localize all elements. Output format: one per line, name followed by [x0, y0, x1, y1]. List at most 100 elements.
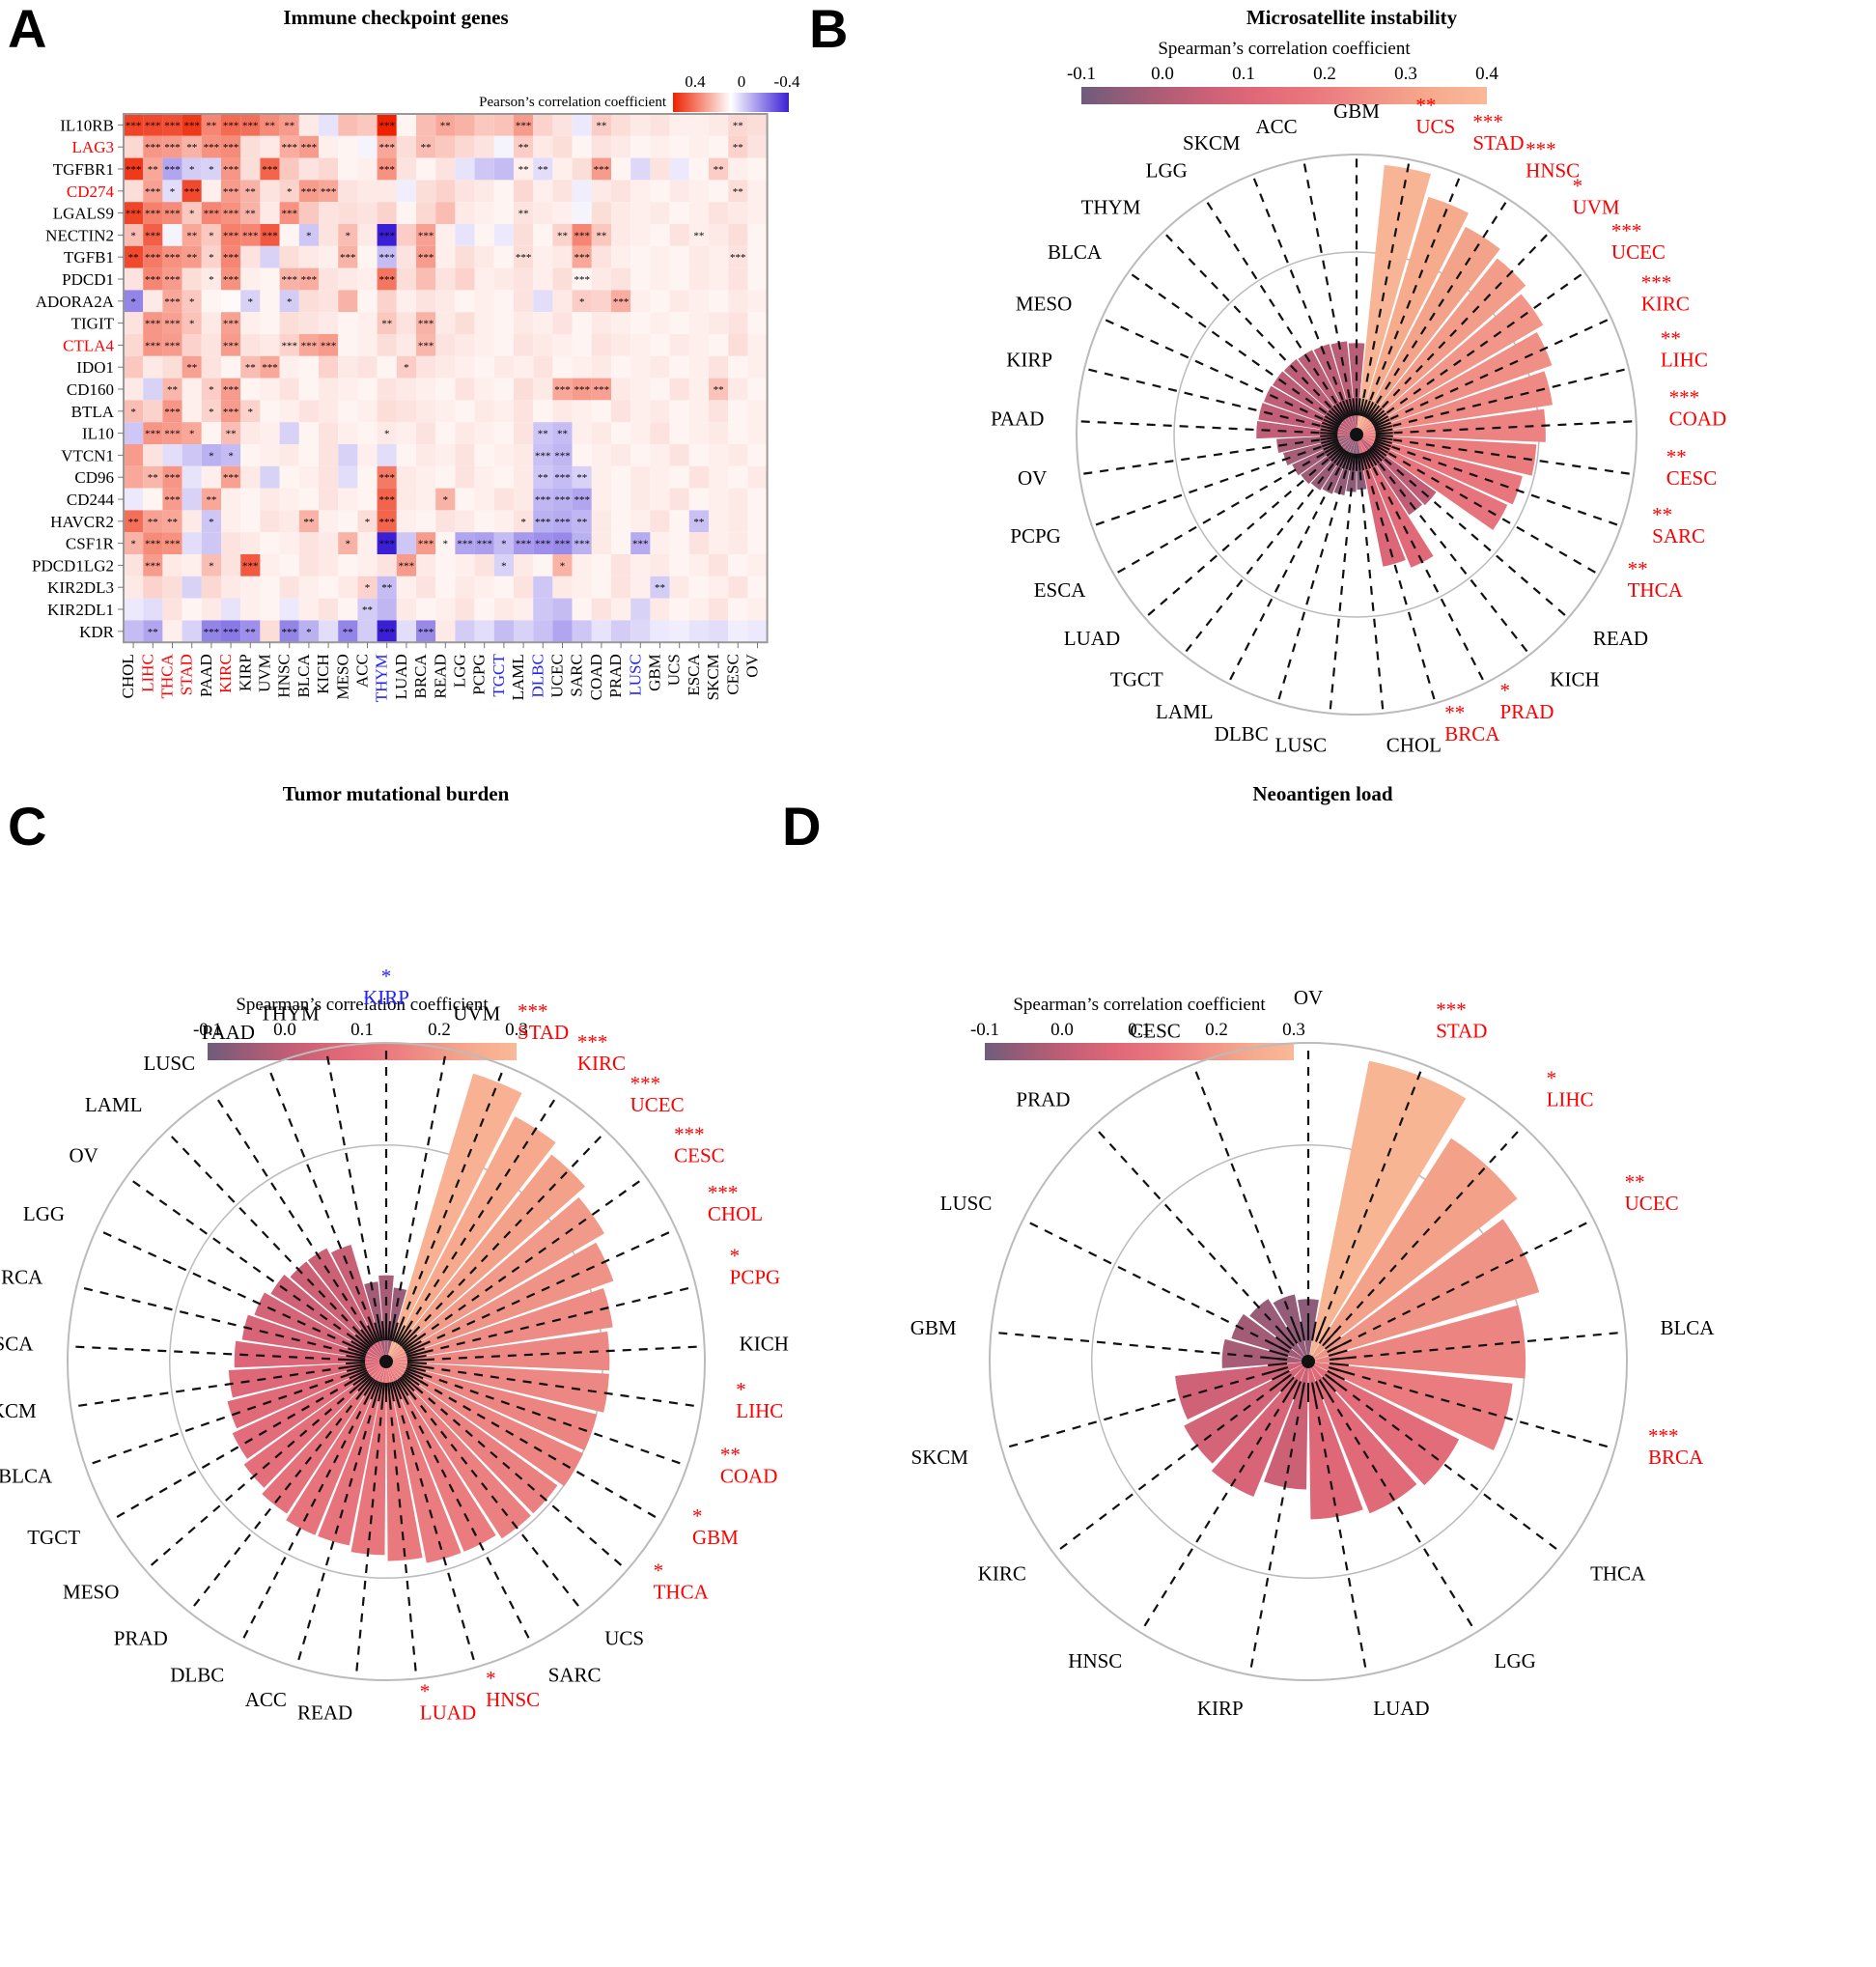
significance-star: ***: [535, 539, 551, 550]
polar-category-label: THCA: [654, 1581, 710, 1604]
heatmap-cell: [221, 488, 241, 511]
significance-star: ***: [378, 142, 395, 154]
heatmap-cell: [669, 135, 689, 158]
heatmap-cell: [260, 444, 280, 466]
heatmap-cell: [493, 488, 514, 511]
heatmap-cell: [260, 267, 280, 291]
heatmap-cell: [728, 312, 748, 334]
heatmap-cell: [279, 400, 299, 423]
heatmap-cell: [357, 290, 378, 313]
heatmap-cell: [688, 488, 709, 511]
polar-significance-star: ***: [577, 1030, 608, 1054]
heatmap-cell: [455, 355, 475, 379]
significance-star: ***: [164, 472, 181, 484]
heatmap-cell: [669, 290, 689, 313]
significance-star: ***: [399, 560, 415, 572]
significance-star: *: [404, 362, 409, 374]
heatmap-cell: [572, 202, 592, 224]
heatmap-cell: [357, 135, 378, 158]
heatmap-cell: [630, 488, 651, 511]
heatmap-cell: [611, 157, 631, 181]
heatmap-cell: [298, 400, 319, 423]
heatmap-cell: [709, 224, 729, 246]
heatmap-cell: [493, 576, 514, 599]
significance-star: ***: [164, 319, 181, 330]
heatmap-cell: [201, 355, 221, 379]
legend-tick: 0.3: [1282, 1020, 1305, 1040]
heatmap-cell: [396, 400, 416, 423]
heatmap-col-label: SARC: [568, 654, 586, 696]
heatmap-cell: [298, 488, 319, 511]
heatmap-cell: [552, 400, 573, 423]
heatmap-cell: [630, 378, 651, 401]
significance-star: ***: [574, 494, 590, 506]
heatmap-cell: [552, 620, 573, 643]
heatmap-cell: [709, 202, 729, 224]
heatmap-row-label: CD244: [67, 491, 115, 509]
heatmap-cell: [162, 598, 182, 621]
legend-gradient: [985, 1043, 1294, 1060]
heatmap-cell: [435, 267, 456, 291]
heatmap-cell: [728, 378, 748, 401]
heatmap-cell: [260, 135, 280, 158]
heatmap-cell: [747, 290, 768, 313]
heatmap-cell: [709, 444, 729, 466]
heatmap-cell: [669, 224, 689, 246]
heatmap-cell: [298, 378, 319, 401]
polar-category-label: STAD: [1472, 131, 1524, 155]
heatmap-cell: [728, 576, 748, 599]
heatmap-cell: [474, 290, 494, 313]
heatmap-cell: [260, 598, 280, 621]
significance-star: *: [209, 517, 214, 528]
heatmap-cell: [416, 157, 436, 181]
heatmap-cell: [688, 135, 709, 158]
heatmap-col-label: LAML: [509, 654, 527, 700]
significance-star: **: [557, 429, 568, 440]
heatmap-cell: [338, 465, 358, 489]
heatmap-cell: [260, 510, 280, 533]
significance-star: ***: [281, 627, 297, 638]
heatmap-cell: [338, 598, 358, 621]
heatmap-cell: [435, 378, 456, 401]
heatmap-cell: [474, 114, 494, 136]
heatmap-row-label: TGFBR1: [53, 160, 114, 179]
polar-category-label: SKCM: [0, 1399, 37, 1422]
heatmap-cell: [650, 620, 670, 643]
heatmap-cell: [611, 312, 631, 334]
significance-star: ***: [574, 274, 590, 286]
heatmap-cell: [416, 465, 436, 489]
significance-star: ***: [418, 230, 434, 241]
heatmap-cell: [493, 135, 514, 158]
heatmap-cell: [474, 620, 494, 643]
heatmap-cell: [357, 267, 378, 291]
legend-title: Spearman’s correlation coefficient: [1158, 39, 1411, 59]
heatmap-cell: [688, 378, 709, 401]
polar-category-label: UCEC: [1611, 240, 1666, 264]
heatmap-row-label: CSF1R: [66, 535, 115, 553]
polar-significance-star: **: [1628, 557, 1648, 580]
heatmap-cell: [338, 444, 358, 466]
heatmap-cell: [240, 267, 261, 291]
polar-category-label: TGCT: [1110, 668, 1163, 691]
heatmap-cell: [728, 444, 748, 466]
polar-category-label: HNSC: [1526, 158, 1580, 182]
heatmap-cell: [240, 157, 261, 181]
heatmap-col-label: BRCA: [411, 653, 430, 698]
heatmap-cell: [688, 598, 709, 621]
heatmap-cell: [552, 576, 573, 599]
heatmap-cell: [611, 114, 631, 136]
heatmap-cell: [728, 488, 748, 511]
heatmap-cell: [650, 510, 670, 533]
significance-star: **: [265, 120, 275, 131]
heatmap-cell: [357, 620, 378, 643]
heatmap-cell: [377, 290, 397, 313]
polar-category-label: CHOL: [1386, 734, 1442, 757]
legend-tick: 0.2: [1205, 1020, 1228, 1040]
heatmap-cell: [630, 576, 651, 599]
heatmap-cell: [435, 355, 456, 379]
heatmap-cell: [143, 598, 163, 621]
heatmap-cell: [357, 422, 378, 444]
heatmap-cell: [709, 135, 729, 158]
heatmap-cell: [552, 245, 573, 268]
significance-star: ***: [554, 494, 571, 506]
